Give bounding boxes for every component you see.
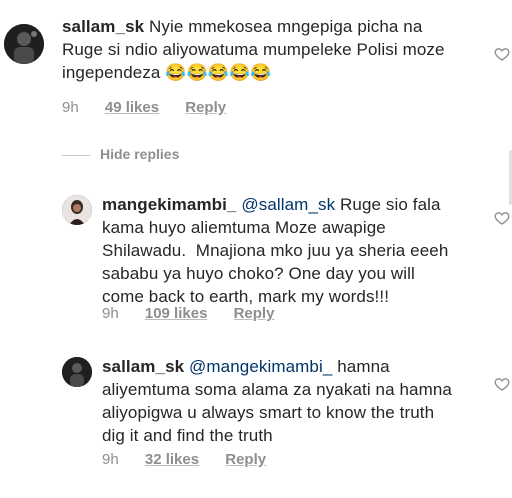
comment-text: mangekimambi_ @sallam_sk Ruge sio fala k… [102, 193, 482, 308]
comment-username[interactable]: mangekimambi_ [102, 195, 237, 214]
comment-text: sallam_sk @mangekimambi_ hamna aliyemtum… [102, 355, 482, 447]
comment-emoji: 😂😂😂😂😂 [165, 63, 272, 82]
comment-meta: 9h 49 likes Reply [62, 99, 248, 116]
comment-likes[interactable]: 49 likes [105, 99, 159, 116]
comment-username[interactable]: sallam_sk [62, 17, 144, 36]
comment-mention[interactable]: @mangekimambi_ [189, 357, 332, 376]
comment-meta: 9h 109 likes Reply [102, 305, 296, 322]
avatar[interactable] [62, 357, 92, 387]
reply-button[interactable]: Reply [185, 99, 226, 116]
comment-time: 9h [102, 451, 119, 468]
comment-mention[interactable]: @sallam_sk [241, 195, 335, 214]
heart-outline-icon[interactable] [494, 210, 510, 226]
comment-text: sallam_sk Nyie mmekosea mngepiga picha n… [62, 15, 482, 84]
divider-line [62, 155, 90, 156]
comment-username[interactable]: sallam_sk [102, 357, 184, 376]
avatar[interactable] [62, 195, 92, 225]
avatar[interactable] [4, 24, 44, 64]
hide-replies-label[interactable]: Hide replies [100, 146, 179, 162]
reply-button[interactable]: Reply [234, 305, 275, 322]
heart-outline-icon[interactable] [494, 376, 510, 392]
reply-button[interactable]: Reply [225, 451, 266, 468]
heart-outline-icon[interactable] [494, 46, 510, 62]
comment-meta: 9h 32 likes Reply [102, 451, 288, 468]
comment-likes[interactable]: 109 likes [145, 305, 208, 322]
comment-time: 9h [62, 99, 79, 116]
comment-time: 9h [102, 305, 119, 322]
comment-likes[interactable]: 32 likes [145, 451, 199, 468]
